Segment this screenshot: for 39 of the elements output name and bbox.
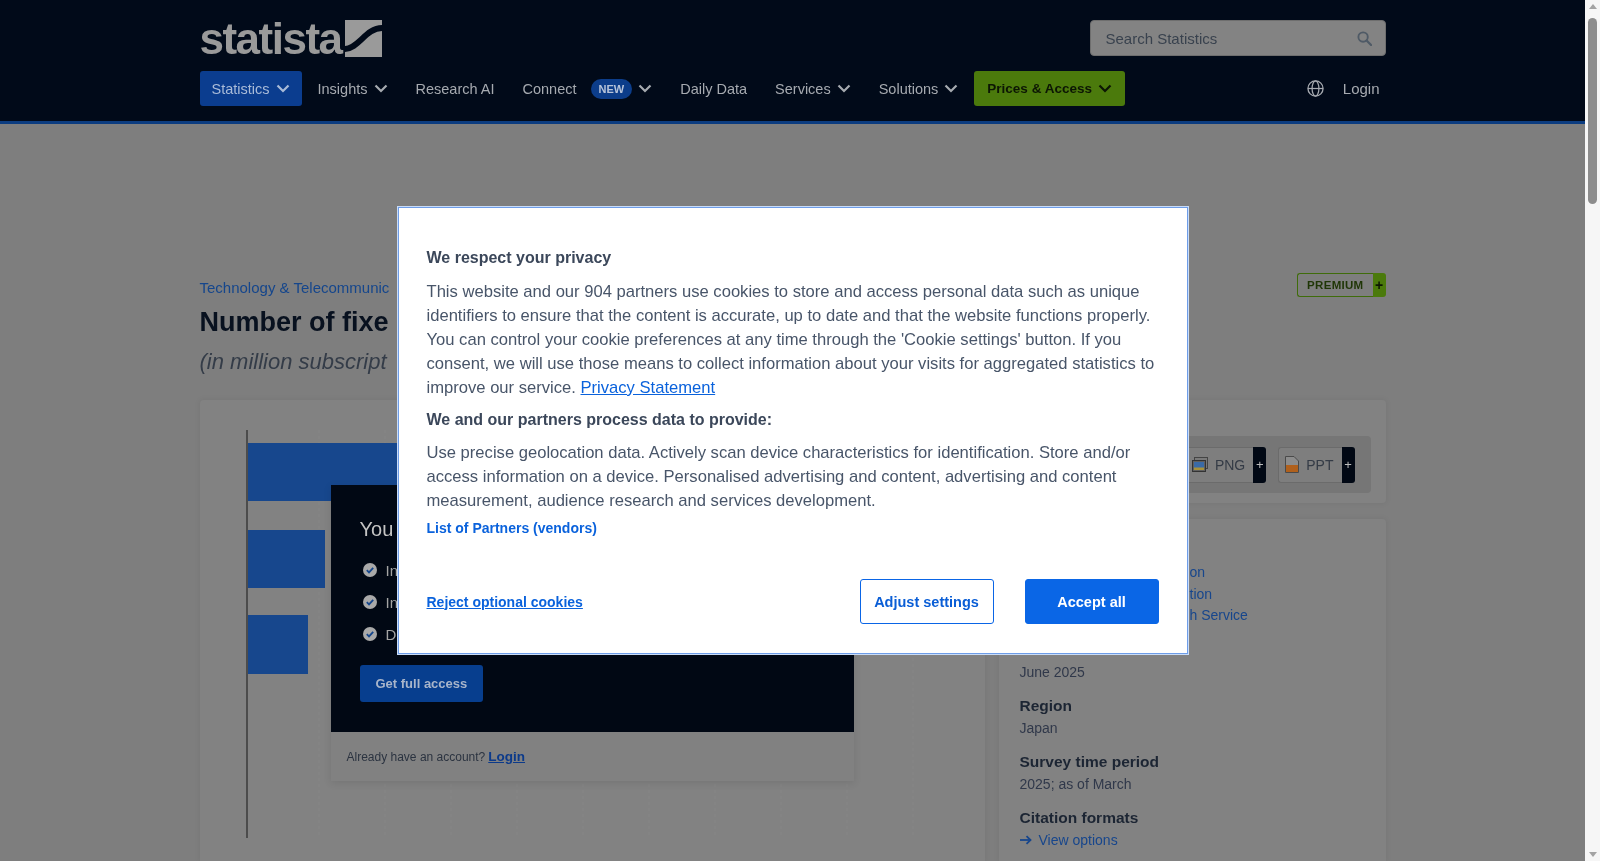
nav-item[interactable]: Services <box>763 71 863 106</box>
logo-wordmark[interactable]: statista <box>199 20 342 57</box>
statistic-subtitle: (in million subscript <box>199 348 387 376</box>
statistic-title: Number of fixe <box>199 306 389 339</box>
premium-badge[interactable]: PREMIUM <box>1297 273 1373 297</box>
detail-value: Japan <box>1019 718 1058 738</box>
consent-text: This website and our 904 partners use cookies to store and access personal data such as unique identifiers to ensure that the content is accurate, up to date and that the website functions properly. You can control your cookie preferences at any time through the 'Cookie settings' button. If you consent, we will use those means to collect information about your visits for aggregated statistics to improve our service. Privacy Statement <box>426 281 1156 399</box>
nav-item[interactable]: Statistics <box>199 71 302 106</box>
privacy-statement-link[interactable]: Privacy Statement <box>580 378 716 397</box>
detail-label: Region <box>1019 695 1073 716</box>
nav-item[interactable]: Daily Data <box>668 71 760 106</box>
search-icon[interactable] <box>1356 30 1372 46</box>
detail-label: Survey time period <box>1019 751 1160 772</box>
nav-item[interactable]: Solutions <box>866 71 971 106</box>
dialog-title: We respect your privacy <box>426 248 613 268</box>
purposes-heading: We and our partners process data to provide: <box>426 410 774 430</box>
detail-label: Citation formats <box>1019 807 1139 828</box>
download-button[interactable]: PPT <box>1278 446 1342 483</box>
plus-button[interactable]: + <box>1253 446 1267 483</box>
login-link[interactable]: Login <box>1342 80 1380 97</box>
nav-item[interactable]: Insights <box>305 71 400 106</box>
image-file-icon <box>1191 457 1208 472</box>
logo-mark-icon[interactable] <box>344 20 382 57</box>
document-file-icon <box>1285 456 1300 473</box>
nav-item[interactable]: Prices & Access <box>974 71 1125 106</box>
nav-item[interactable]: Connect NEW <box>510 71 665 106</box>
detail-value: June 2025 <box>1019 662 1085 682</box>
scrollbar-track[interactable] <box>1585 0 1600 861</box>
dialog-button[interactable]: Accept all <box>1024 579 1159 624</box>
scrollbar-thumb[interactable] <box>1588 18 1597 204</box>
plus-button[interactable]: + <box>1372 273 1386 297</box>
search-field[interactable]: Search Statistics <box>1089 20 1386 56</box>
new-badge: NEW <box>590 78 633 99</box>
globe-icon[interactable] <box>1306 80 1324 97</box>
scroll-up-arrow-icon[interactable] <box>1588 4 1597 9</box>
arrow-right-icon <box>1019 834 1032 845</box>
nav-item[interactable]: Research AI <box>403 71 507 106</box>
detail-value: 2025; as of March <box>1019 774 1132 794</box>
scroll-down-arrow-icon[interactable] <box>1588 852 1597 857</box>
